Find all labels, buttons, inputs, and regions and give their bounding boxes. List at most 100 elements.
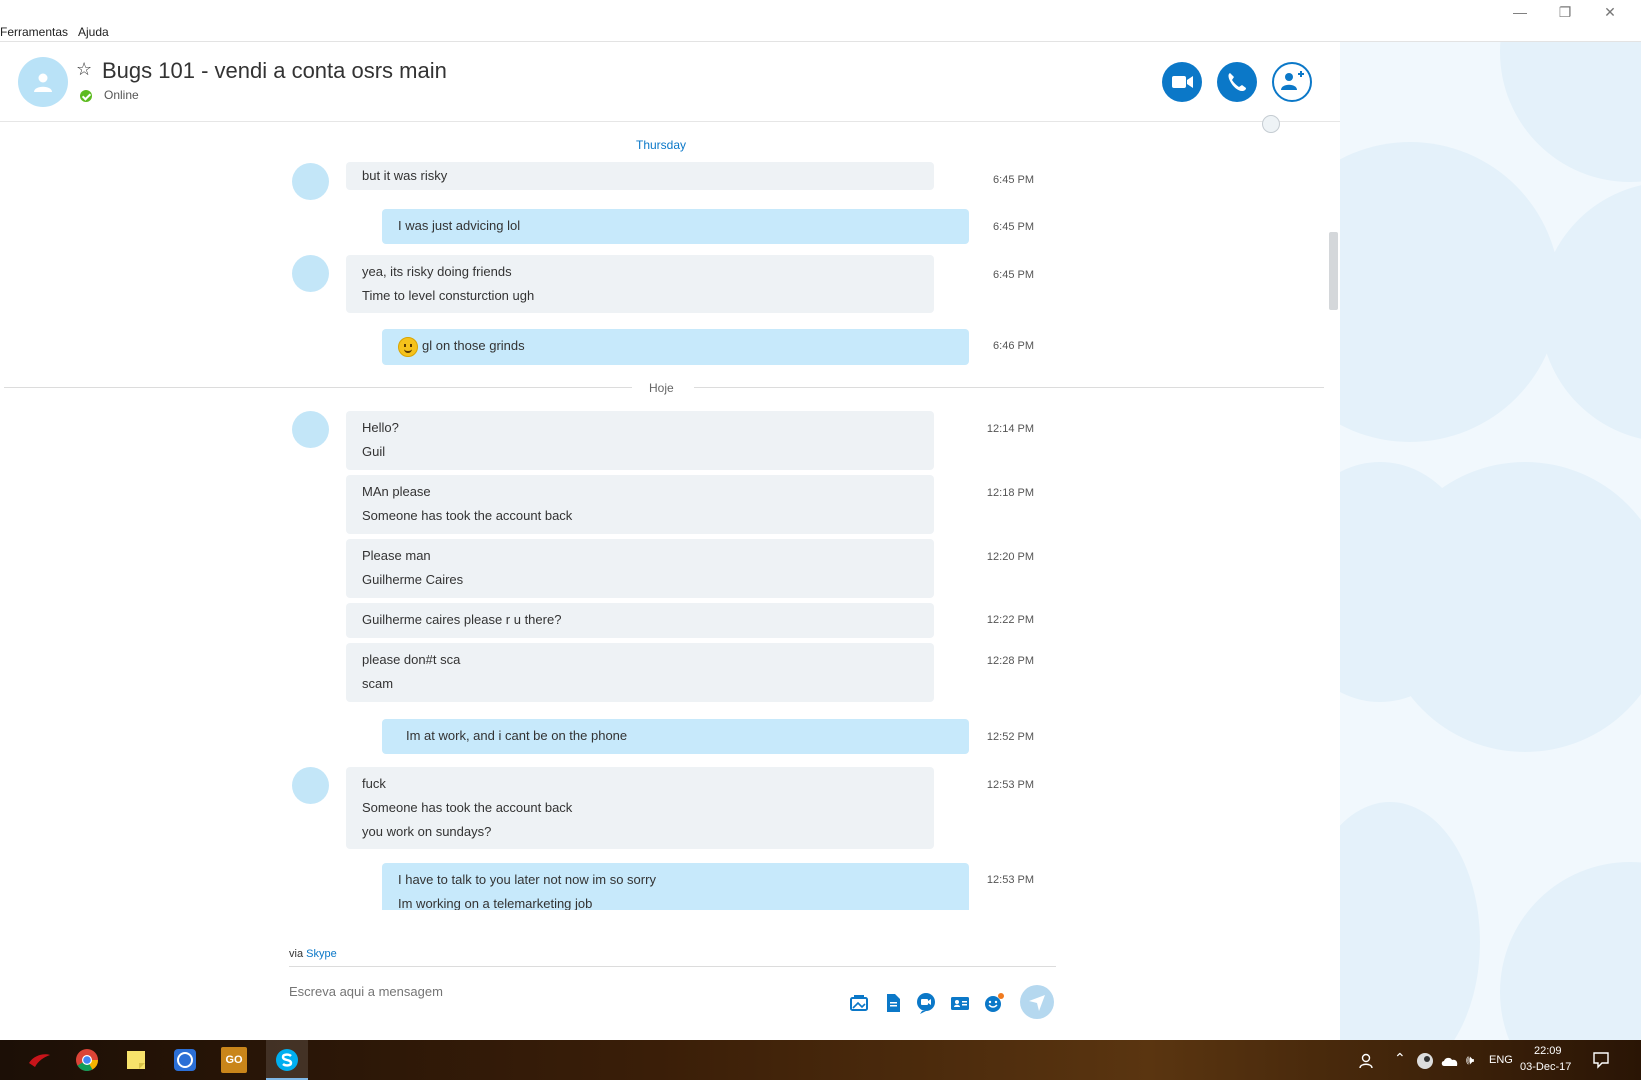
video-camera-icon (1172, 76, 1193, 88)
message-line: Guilherme caires please r u there? (362, 612, 562, 627)
contact-name[interactable]: Bugs 101 - vendi a conta osrs main (102, 58, 447, 84)
message-incoming[interactable]: yea, its risky doing friends Time to lev… (346, 255, 934, 313)
sticky-notes-icon[interactable] (123, 1047, 149, 1073)
message-line: Someone has took the account back (362, 800, 573, 815)
file-icon[interactable] (882, 992, 904, 1014)
menu-ferramentas[interactable]: Ferramentas (0, 25, 68, 39)
message-line: Please man (362, 548, 431, 563)
via-skype-label: via Skype (289, 948, 337, 960)
clock-date[interactable]: 03-Dec-17 (1520, 1061, 1571, 1073)
message-incoming[interactable]: Please man Guilherme Caires (346, 539, 934, 598)
message-incoming[interactable]: Guilherme caires please r u there? (346, 603, 934, 638)
notifications-icon[interactable] (1592, 1051, 1610, 1069)
message-line: Im working on a telemarketing job (398, 896, 593, 910)
message-time: 12:22 PM (986, 614, 1034, 626)
emoticon-icon[interactable] (983, 992, 1005, 1014)
message-line: but it was risky (362, 168, 448, 183)
message-line: I was just advicing lol (398, 218, 521, 233)
audio-call-button[interactable] (1217, 62, 1257, 102)
message-line: fuck (362, 776, 386, 791)
menu-ajuda[interactable]: Ajuda (78, 25, 109, 39)
message-line: yea, its risky doing friends (362, 264, 512, 279)
message-line: Guil (362, 444, 386, 459)
message-input[interactable] (289, 984, 789, 999)
language-indicator[interactable]: ENG (1489, 1054, 1513, 1066)
message-line: I have to talk to you later not now im s… (398, 872, 656, 887)
message-line: MAn please (362, 484, 431, 499)
day-label-today: Hoje (649, 381, 674, 395)
rog-icon[interactable] (26, 1047, 52, 1073)
message-outgoing[interactable]: I have to talk to you later not now im s… (382, 863, 969, 910)
via-prefix: via (289, 948, 304, 960)
taskbar: GO ⌃ 🕪 ENG 22:09 03-Dec-17 (0, 1040, 1641, 1080)
media-icon[interactable] (848, 992, 870, 1014)
status-text: Online (104, 88, 139, 102)
message-line: Time to level consturction ugh (362, 288, 535, 303)
day-divider (4, 387, 632, 388)
message-line: Hello? (362, 420, 399, 435)
smile-emoticon-icon (398, 336, 418, 357)
minimize-button[interactable]: — (1500, 2, 1540, 22)
people-icon[interactable] (1358, 1052, 1376, 1070)
message-time: 12:52 PM (986, 731, 1034, 743)
chrome-icon[interactable] (74, 1047, 100, 1073)
message-time: 12:14 PM (986, 423, 1034, 435)
message-incoming[interactable]: MAn please Someone has took the account … (346, 475, 934, 534)
send-button[interactable] (1020, 985, 1054, 1019)
onedrive-icon[interactable] (1440, 1053, 1460, 1069)
message-line: please don#t sca (362, 652, 461, 667)
restore-button[interactable]: ❐ (1545, 2, 1585, 22)
video-call-button[interactable] (1162, 62, 1202, 102)
contact-card-icon[interactable] (949, 992, 971, 1014)
favorite-star-icon[interactable]: ☆ (76, 59, 92, 80)
message-outgoing[interactable]: I was just advicing lol (382, 209, 969, 244)
add-person-icon (1281, 71, 1304, 90)
message-time: 12:53 PM (986, 874, 1034, 886)
close-button[interactable]: ✕ (1590, 2, 1630, 22)
message-outgoing[interactable]: gl on those grinds (382, 329, 969, 365)
contact-avatar-small[interactable] (292, 163, 329, 200)
volume-icon[interactable]: 🕪 (1466, 1052, 1474, 1068)
message-time: 6:45 PM (993, 221, 1034, 233)
message-time: 12:18 PM (986, 487, 1034, 499)
conversation-header: ☆ Bugs 101 - vendi a conta osrs main Onl… (0, 42, 1340, 122)
send-icon (1029, 995, 1045, 1011)
message-line: scam (362, 676, 394, 691)
message-line: Im at work, and i cant be on the phone (406, 728, 628, 743)
online-status-icon (80, 90, 92, 102)
contact-avatar[interactable] (18, 57, 68, 107)
message-incoming[interactable]: please don#t sca scam (346, 643, 934, 702)
scrollbar-thumb[interactable] (1329, 232, 1338, 310)
person-icon (34, 73, 52, 92)
message-time: 6:45 PM (993, 269, 1034, 281)
phone-icon (1228, 73, 1246, 91)
contact-avatar-small[interactable] (292, 411, 329, 448)
steam-icon[interactable] (1416, 1052, 1434, 1070)
message-line: Someone has took the account back (362, 508, 573, 523)
day-divider (694, 387, 1324, 388)
app-icon[interactable] (172, 1047, 198, 1073)
message-incoming[interactable]: but it was risky (346, 162, 934, 190)
message-time: 12:28 PM (986, 655, 1034, 667)
composer-divider (289, 966, 1056, 967)
message-incoming[interactable]: fuck Someone has took the account back y… (346, 767, 934, 849)
clock-time[interactable]: 22:09 (1534, 1045, 1562, 1057)
chevron-up-icon[interactable]: ⌃ (1394, 1050, 1406, 1067)
menu-bar: Ferramentas Ajuda — ❐ ✕ (0, 0, 1641, 42)
chat-history[interactable]: Thursday but it was risky 6:45 PM I was … (0, 122, 1340, 910)
message-incoming[interactable]: Hello? Guil (346, 411, 934, 470)
message-time: 12:53 PM (986, 779, 1034, 791)
via-skype-link[interactable]: Skype (306, 948, 337, 960)
message-line: Guilherme Caires (362, 572, 464, 587)
add-people-button[interactable] (1272, 62, 1312, 102)
message-line: you work on sundays? (362, 824, 492, 839)
csgo-icon[interactable]: GO (221, 1047, 247, 1073)
message-line: gl on those grinds (422, 338, 525, 353)
message-time: 6:45 PM (993, 174, 1034, 186)
message-outgoing[interactable]: Im at work, and i cant be on the phone (382, 719, 969, 754)
skype-icon[interactable] (274, 1047, 300, 1073)
contact-avatar-small[interactable] (292, 255, 329, 292)
video-message-icon[interactable] (915, 992, 937, 1014)
contact-avatar-small[interactable] (292, 767, 329, 804)
message-time: 12:20 PM (986, 551, 1034, 563)
